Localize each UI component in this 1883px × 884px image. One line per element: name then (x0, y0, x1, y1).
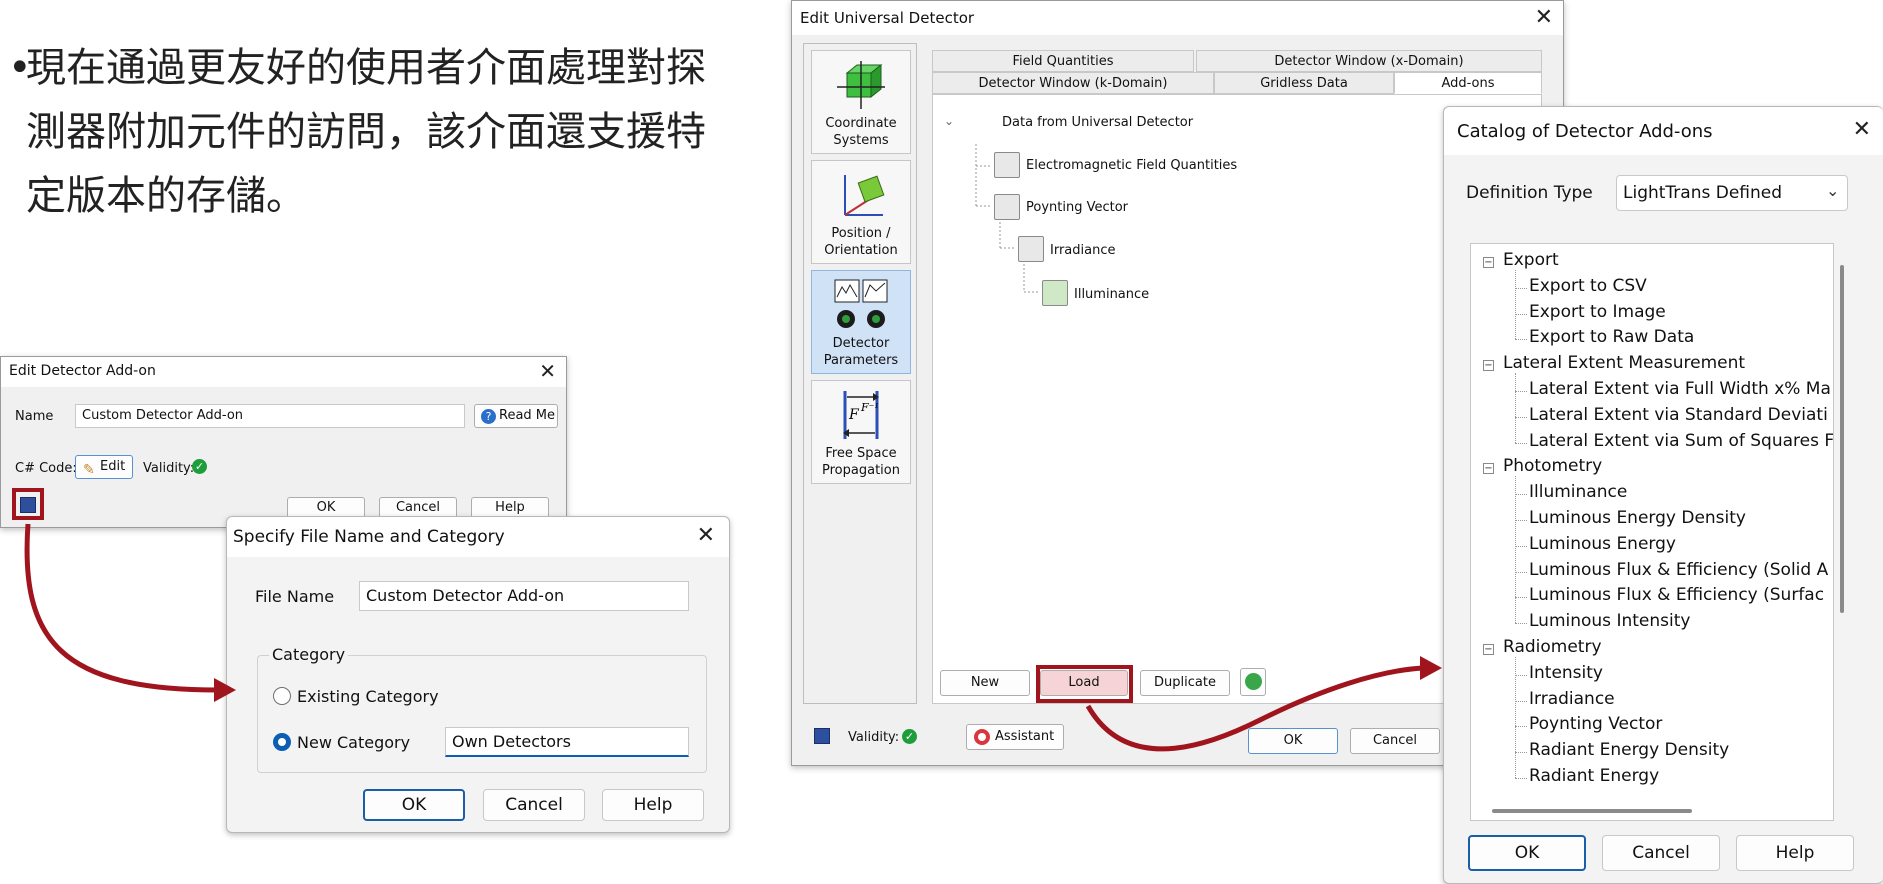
annotation-arrows (24, 523, 1442, 752)
